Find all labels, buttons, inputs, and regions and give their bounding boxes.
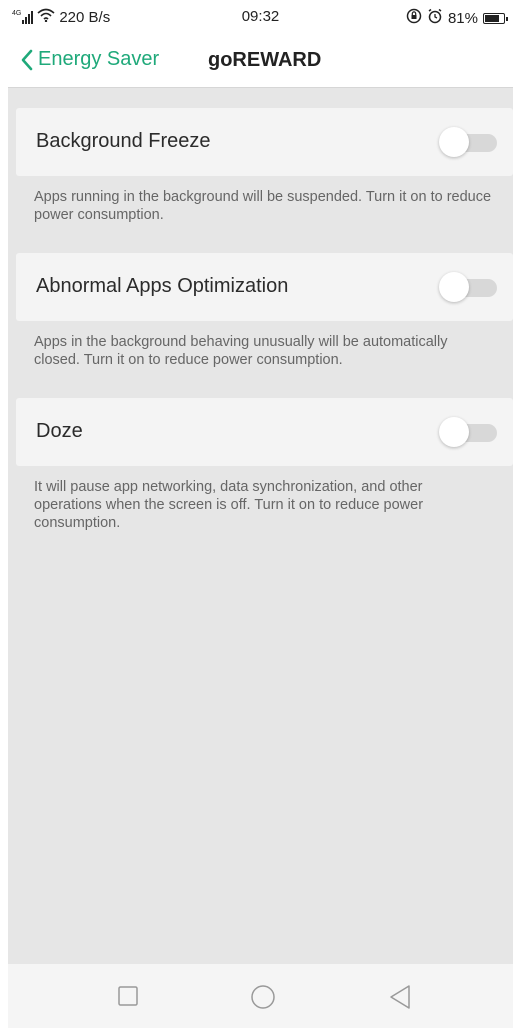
setting-row-doze[interactable]: Doze — [16, 398, 513, 466]
toggle-knob — [439, 417, 469, 447]
setting-description: It will pause app networking, data synch… — [34, 479, 424, 531]
setting-description: Apps in the background behaving unusuall… — [34, 334, 448, 368]
status-right: 81% — [406, 8, 508, 28]
lock-rotation-icon — [406, 8, 422, 28]
back-icon[interactable] — [388, 984, 412, 1015]
battery-icon — [483, 12, 508, 24]
setting-row-background-freeze[interactable]: Background Freeze — [16, 108, 513, 176]
back-button[interactable]: Energy Saver — [20, 48, 159, 71]
doze-toggle[interactable] — [439, 417, 497, 447]
page-title: goREWARD — [208, 49, 322, 71]
navigation-bar — [8, 964, 513, 1028]
home-icon[interactable] — [249, 984, 277, 1017]
status-bar: 4G 220 B/s 09:32 81% — [8, 0, 513, 36]
setting-label: Doze — [36, 420, 83, 442]
background-freeze-toggle[interactable] — [439, 127, 497, 157]
alarm-icon — [427, 8, 443, 28]
recents-icon[interactable] — [116, 984, 140, 1013]
chevron-left-icon — [21, 49, 33, 70]
setting-description: Apps running in the background will be s… — [34, 189, 492, 223]
battery-percentage: 81% — [447, 9, 478, 27]
app-header: Energy Saver goREWARD — [8, 36, 513, 88]
phone-screen: 4G 220 B/s 09:32 81% Energy Saver goREWA… — [8, 0, 513, 1028]
setting-row-abnormal-apps-optimization[interactable]: Abnormal Apps Optimization — [16, 253, 513, 321]
back-label: Energy Saver — [38, 48, 160, 70]
setting-label: Abnormal Apps Optimization — [36, 275, 289, 297]
abnormal-apps-optimization-toggle[interactable] — [439, 272, 497, 302]
setting-label: Background Freeze — [36, 130, 211, 152]
toggle-knob — [439, 127, 469, 157]
toggle-knob — [439, 272, 469, 302]
